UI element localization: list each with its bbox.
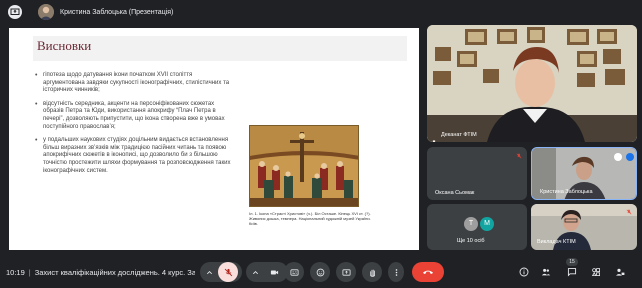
more-options-button[interactable] — [388, 262, 404, 282]
participant-name-vykladach: Викладач КТІМ — [537, 239, 576, 245]
presenting-icon — [8, 5, 22, 19]
presenter-name: Кристина Заблоцька (Презентація) — [60, 8, 174, 16]
phone-hangup-icon — [423, 270, 433, 274]
emoji-button[interactable] — [310, 262, 330, 282]
camera-control[interactable] — [246, 262, 288, 282]
more-vert-icon — [395, 268, 397, 276]
pin-icon — [431, 133, 437, 142]
participant-tile-kristina[interactable]: Кристина Заблоцька — [531, 147, 637, 200]
slide-title: Висновки — [37, 38, 92, 53]
participant-tile-others[interactable]: T M Ще 10 осіб — [427, 204, 527, 250]
participant-name-dekanat: Деканат ФТІМ — [441, 132, 477, 138]
meet-window: Кристина Заблоцька (Презентація) Висновк… — [0, 0, 642, 288]
shapes-icon — [591, 268, 600, 277]
people-button[interactable] — [540, 266, 552, 278]
video-frame-dekanat — [427, 25, 637, 142]
chevron-up-icon[interactable] — [246, 269, 264, 276]
present-button[interactable] — [336, 262, 356, 282]
meeting-title: Захист кваліфікаційних досліджень. 4 кур… — [34, 267, 195, 277]
captions-button[interactable] — [284, 262, 304, 282]
icon-painting-image — [249, 125, 359, 207]
hand-icon — [369, 269, 375, 277]
mic-off-button[interactable] — [218, 262, 238, 282]
chat-button[interactable] — [566, 266, 578, 278]
avatar: T — [464, 217, 478, 231]
host-controls-button[interactable] — [614, 266, 626, 278]
slide-bullet: • гіпотеза щодо датування ікони початком … — [35, 72, 230, 94]
top-bar: Кристина Заблоцька (Презентація) — [0, 0, 642, 24]
slide-bullet: • відсутність середника, акценти на персо… — [35, 100, 225, 130]
chevron-up-icon[interactable] — [200, 269, 218, 276]
present-screen-icon — [341, 268, 351, 276]
slide-bullet: • у подальших наукових студіях доцільним … — [35, 137, 231, 174]
captions-icon — [289, 268, 299, 276]
lock-person-icon — [616, 268, 625, 276]
clock: 10:19 — [6, 267, 25, 277]
participant-name-oksana: Оксана Сьомак — [435, 190, 475, 196]
participant-tile-dekanat[interactable]: Деканат ФТІМ — [427, 25, 637, 142]
camera-icon — [270, 270, 278, 274]
activities-button[interactable] — [590, 266, 602, 278]
end-call-button[interactable] — [412, 262, 444, 282]
info-button[interactable] — [518, 266, 530, 278]
mic-off-icon — [624, 207, 633, 216]
camera-button[interactable] — [264, 262, 284, 282]
figure-caption: Іл. 1. Ікона «Страсті Христові» (ч.). Бі… — [249, 211, 371, 226]
info-icon — [519, 267, 529, 277]
participant-tile-oksana[interactable]: Оксана Сьомак — [427, 147, 527, 200]
others-count-label: Ще 10 осіб — [457, 238, 485, 244]
separator: | — [28, 267, 31, 277]
avatar: M — [480, 217, 494, 231]
smile-icon — [316, 268, 324, 276]
presenter-avatar — [38, 4, 54, 20]
slide-bullets: • гіпотеза щодо датування ікони початком … — [35, 72, 235, 181]
participant-name-kristina: Кристина Заблоцька — [540, 189, 593, 195]
people-icon — [541, 268, 551, 276]
presentation-slide: Висновки • гіпотеза щодо датування ікони … — [9, 28, 419, 250]
chat-icon — [567, 268, 577, 277]
mic-off-icon — [224, 268, 232, 276]
mic-off-icon — [514, 151, 523, 160]
participant-tile-vykladach[interactable]: Викладач КТІМ — [531, 204, 637, 250]
participant-count-badge: 15 — [566, 258, 578, 266]
mic-control[interactable] — [200, 262, 242, 282]
raise-hand-button[interactable] — [362, 262, 382, 282]
